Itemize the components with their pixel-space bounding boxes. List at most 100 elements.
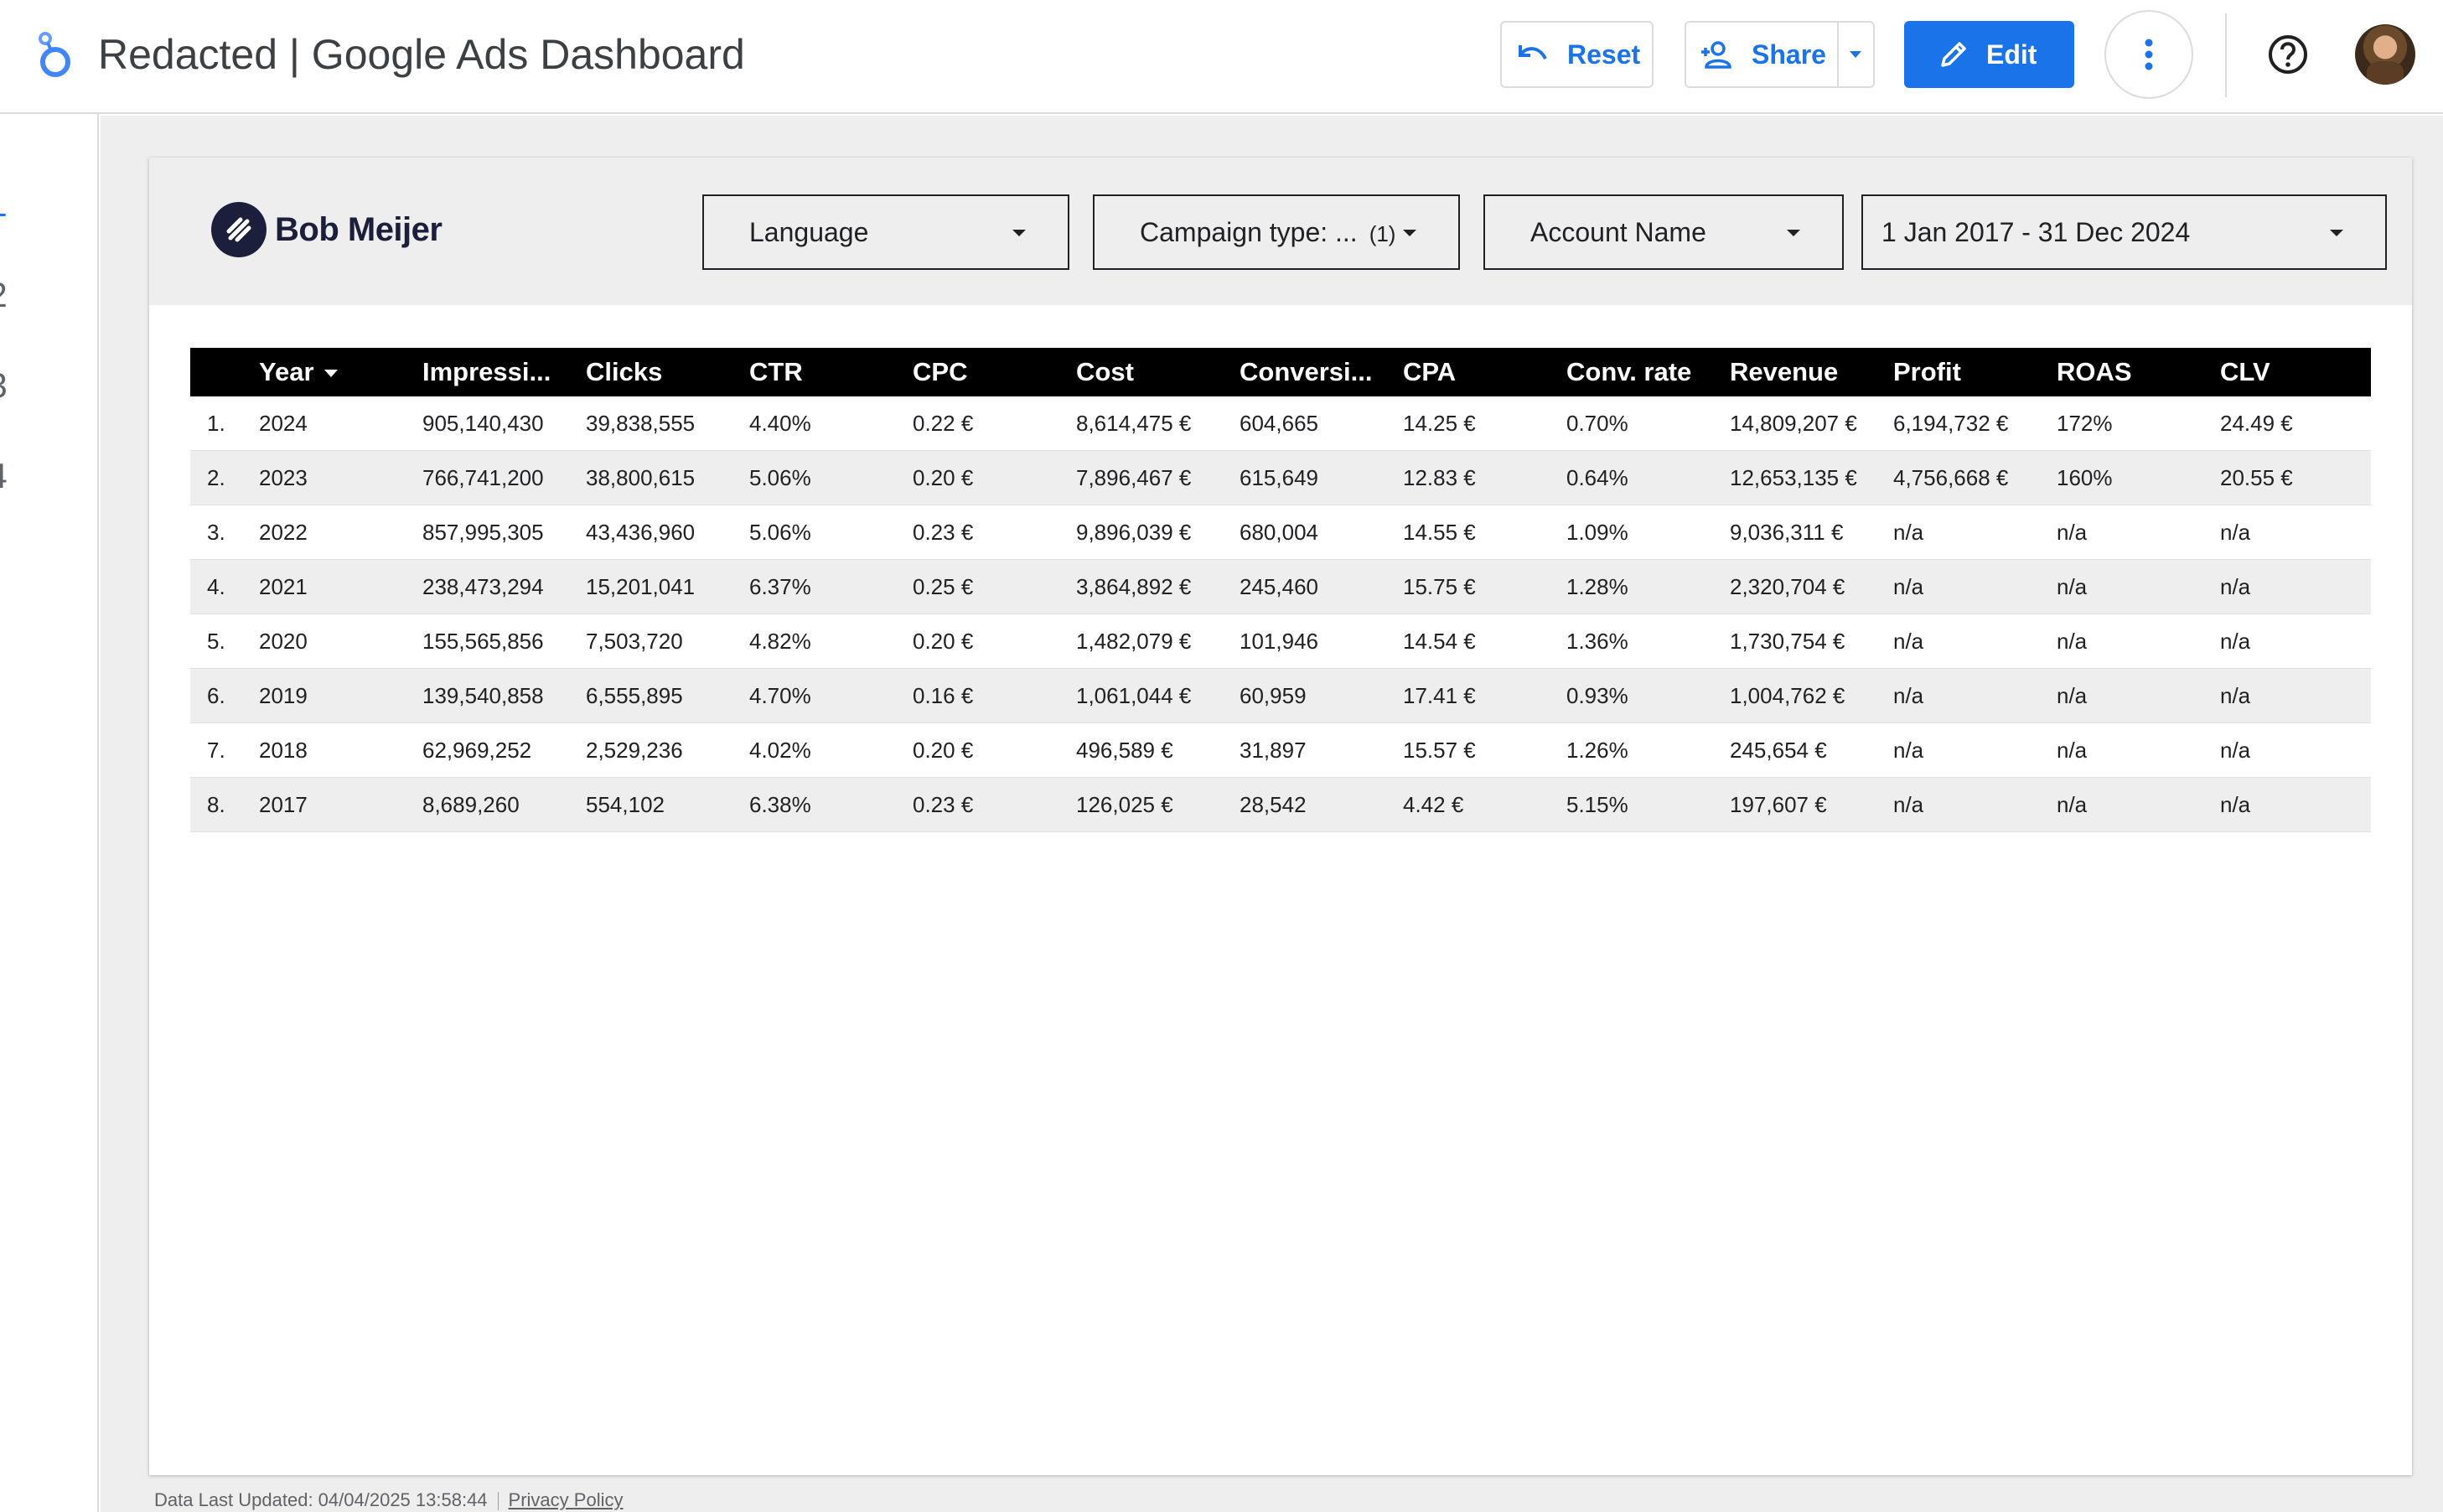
cell-conversions: 31,897 [1240, 738, 1307, 763]
cell-cpa: 4.42 € [1403, 792, 1464, 817]
cell-roas: n/a [2057, 792, 2088, 817]
cell-cpc: 0.22 € [913, 411, 974, 436]
cell-cpa: 12.83 € [1403, 465, 1476, 490]
cell-revenue: 1,730,754 € [1730, 629, 1845, 654]
column-header-conv-rate[interactable]: Conv. rate [1566, 348, 1691, 396]
column-header-cpc[interactable]: CPC [913, 348, 967, 396]
cell-cost: 1,482,079 € [1076, 629, 1192, 654]
column-header-year[interactable]: Year [259, 348, 338, 396]
cell-profit: n/a [1893, 738, 1924, 763]
cell-year: 2021 [259, 574, 308, 599]
column-header-clv[interactable]: CLV [2220, 348, 2270, 396]
column-header-impressions[interactable]: Impressi... [422, 348, 551, 396]
table-row[interactable]: 3. 2022 857,995,305 43,436,960 5.06% 0.23 € 9,… [190, 505, 2371, 560]
report-footer: Data Last Updated: 04/04/2025 13:58:44 Pr… [154, 1489, 623, 1511]
cell-clicks: 554,102 [586, 792, 665, 817]
edit-button[interactable]: Edit [1904, 21, 2074, 88]
table-row[interactable]: 5. 2020 155,565,856 7,503,720 4.82% 0.20 € 1,4… [190, 614, 2371, 669]
cell-clicks: 38,800,615 [586, 465, 696, 490]
share-button[interactable]: Share [1685, 21, 1875, 88]
cell-cpc: 0.20 € [913, 738, 974, 763]
caret-down-icon[interactable] [1847, 41, 1864, 70]
cell-roas: n/a [2057, 574, 2088, 599]
column-header-roas[interactable]: ROAS [2057, 348, 2132, 396]
performance-table: Year Impressi... Clicks CTR CPC Cost Con… [190, 348, 2371, 832]
campaign-type-filter[interactable]: Campaign type: ... (1) [1093, 194, 1460, 270]
page-link-1[interactable]: 1 [0, 179, 47, 230]
column-header-cost[interactable]: Cost [1076, 348, 1134, 396]
page-link-3[interactable]: 3 [0, 360, 47, 411]
cell-profit: n/a [1893, 792, 1924, 817]
language-filter[interactable]: Language [702, 194, 1069, 270]
cell-conversions: 604,665 [1240, 411, 1318, 436]
report-page: Bob Meijer Language Campaign type: ... (1… [149, 158, 2412, 1475]
column-header-ctr[interactable]: CTR [749, 348, 803, 396]
reset-button[interactable]: Reset [1500, 21, 1654, 88]
cell-year: 2023 [259, 465, 308, 490]
cell-clv: 24.49 € [2220, 411, 2293, 436]
cell-year: 2024 [259, 411, 308, 436]
privacy-policy-link[interactable]: Privacy Policy [509, 1489, 624, 1510]
table-row[interactable]: 7. 2018 62,969,252 2,529,236 4.02% 0.20 € 496,… [190, 723, 2371, 778]
table-row[interactable]: 6. 2019 139,540,858 6,555,895 4.70% 0.16 € 1,0… [190, 669, 2371, 723]
table-row[interactable]: 4. 2021 238,473,294 15,201,041 6.37% 0.25 € 3,… [190, 560, 2371, 614]
table-row[interactable]: 8. 2017 8,689,260 554,102 6.38% 0.23 € 126,025… [190, 778, 2371, 832]
column-header-clicks[interactable]: Clicks [586, 348, 662, 396]
cell-revenue: 12,653,135 € [1730, 465, 1857, 490]
more-options-button[interactable] [2104, 10, 2193, 99]
cell-year: 2018 [259, 738, 308, 763]
report-title: Redacted | Google Ads Dashboard [98, 31, 745, 78]
cell-cpa: 15.75 € [1403, 574, 1476, 599]
help-icon[interactable] [2267, 34, 2309, 75]
date-range-filter[interactable]: 1 Jan 2017 - 31 Dec 2024 [1861, 194, 2387, 270]
column-header-conversions[interactable]: Conversi... [1240, 348, 1373, 396]
cell-ctr: 4.02% [749, 738, 811, 763]
cell-ctr: 5.06% [749, 465, 811, 490]
page-link-2[interactable]: 2 [0, 270, 47, 320]
table-row[interactable]: 1. 2024 905,140,430 39,838,555 4.40% 0.22 € 8,… [190, 396, 2371, 451]
page-navigation: 1 2 3 4 [0, 114, 99, 1512]
caret-down-icon [2330, 230, 2343, 236]
campaign-type-filter-label: Campaign type: ... (1) [1140, 217, 1395, 248]
pencil-icon [1941, 42, 1966, 67]
column-header-profit[interactable]: Profit [1893, 348, 1961, 396]
cell-profit: 6,194,732 € [1893, 411, 2009, 436]
caret-down-icon [1787, 230, 1800, 236]
cell-roas: n/a [2057, 520, 2088, 545]
cell-year: 2017 [259, 792, 308, 817]
row-rank: 8. [207, 792, 225, 817]
cell-clv: n/a [2220, 683, 2251, 708]
column-header-label: Year [259, 357, 314, 386]
table-header: Year Impressi... Clicks CTR CPC Cost Con… [190, 348, 2371, 396]
cell-impressions: 8,689,260 [422, 792, 520, 817]
cell-impressions: 62,969,252 [422, 738, 532, 763]
cell-conversions: 615,649 [1240, 465, 1318, 490]
cell-clv: n/a [2220, 574, 2251, 599]
column-header-revenue[interactable]: Revenue [1730, 348, 1838, 396]
cell-cost: 8,614,475 € [1076, 411, 1192, 436]
cell-ctr: 6.38% [749, 792, 811, 817]
cell-cost: 9,896,039 € [1076, 520, 1192, 545]
share-label: Share [1752, 39, 1826, 70]
report-header: Bob Meijer Language Campaign type: ... (1… [149, 158, 2412, 305]
cell-profit: n/a [1893, 629, 1924, 654]
table-row[interactable]: 2. 2023 766,741,200 38,800,615 5.06% 0.20 € 7,… [190, 451, 2371, 505]
cell-clv: n/a [2220, 738, 2251, 763]
user-avatar[interactable] [2355, 24, 2415, 85]
cell-conv-rate: 1.26% [1566, 738, 1628, 763]
cell-conversions: 101,946 [1240, 629, 1318, 654]
page-link-4[interactable]: 4 [0, 451, 47, 501]
cell-revenue: 14,809,207 € [1730, 411, 1857, 436]
footer-divider [497, 1492, 499, 1511]
account-name-filter[interactable]: Account Name [1483, 194, 1844, 270]
cell-conv-rate: 5.15% [1566, 792, 1628, 817]
cell-clv: 20.55 € [2220, 465, 2293, 490]
cell-ctr: 4.82% [749, 629, 811, 654]
campaign-type-count: (1) [1369, 220, 1396, 246]
column-header-cpa[interactable]: CPA [1403, 348, 1456, 396]
cell-conv-rate: 0.70% [1566, 411, 1628, 436]
cell-cpa: 17.41 € [1403, 683, 1476, 708]
cell-roas: n/a [2057, 683, 2088, 708]
row-rank: 4. [207, 574, 225, 599]
caret-down-icon [1403, 230, 1416, 236]
